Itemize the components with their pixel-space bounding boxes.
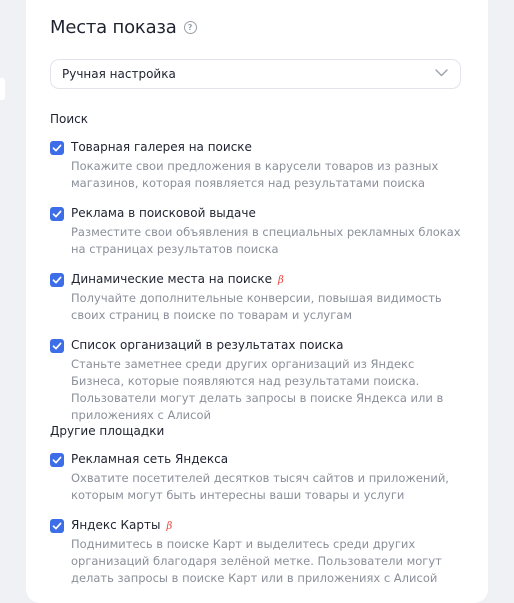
dynamic-placements-checkbox[interactable] <box>50 273 64 287</box>
placements-panel: Места показа ? Ручная настройка Поиск То… <box>26 0 488 603</box>
section-title-search: Поиск <box>50 112 89 126</box>
option-description: Поднимитесь в поиске Карт и выделитесь с… <box>71 537 442 585</box>
check-icon <box>52 144 62 152</box>
question-circle-icon[interactable]: ? <box>183 21 197 34</box>
check-icon <box>52 210 62 218</box>
option-title: Реклама в поисковой выдаче <box>71 206 256 220</box>
beta-badge: β <box>277 275 284 286</box>
yandex-maps-checkbox[interactable] <box>50 519 64 533</box>
option-description: Покажите свои предложения в карусели тов… <box>71 159 439 190</box>
section-title-other: Другие площадки <box>50 424 165 438</box>
ad-network-checkbox[interactable] <box>50 453 64 467</box>
title-row: Места показа ? <box>50 17 197 38</box>
search-ads-checkbox[interactable] <box>50 207 64 221</box>
option-title: Товарная галерея на поиске <box>71 140 252 154</box>
page-title: Места показа <box>50 17 177 38</box>
check-icon <box>52 456 62 464</box>
option-description: Получайте дополнительные конверсии, повы… <box>71 291 442 322</box>
beta-badge: β <box>166 521 173 532</box>
organizations-list-checkbox[interactable] <box>50 339 64 353</box>
check-icon <box>52 342 62 350</box>
left-panel-edge <box>0 78 5 100</box>
check-icon <box>52 276 62 284</box>
option-title: Рекламная сеть Яндекса <box>71 452 229 466</box>
option-title: Динамические места на поиске β <box>71 272 284 286</box>
option-description: Станьте заметнее среди других организаци… <box>71 357 444 422</box>
product-gallery-checkbox[interactable] <box>50 141 64 155</box>
placement-mode-select[interactable]: Ручная настройка <box>50 59 461 89</box>
option-description: Охватите посетителей десятков тысяч сайт… <box>71 471 449 502</box>
option-title: Яндекс Карты β <box>71 518 173 532</box>
select-value: Ручная настройка <box>62 67 176 81</box>
chevron-down-icon <box>435 69 448 77</box>
check-icon <box>52 522 62 530</box>
option-description: Разместите свои объявления в специальных… <box>71 225 461 256</box>
option-title: Список организаций в результатах поиска <box>71 338 344 352</box>
